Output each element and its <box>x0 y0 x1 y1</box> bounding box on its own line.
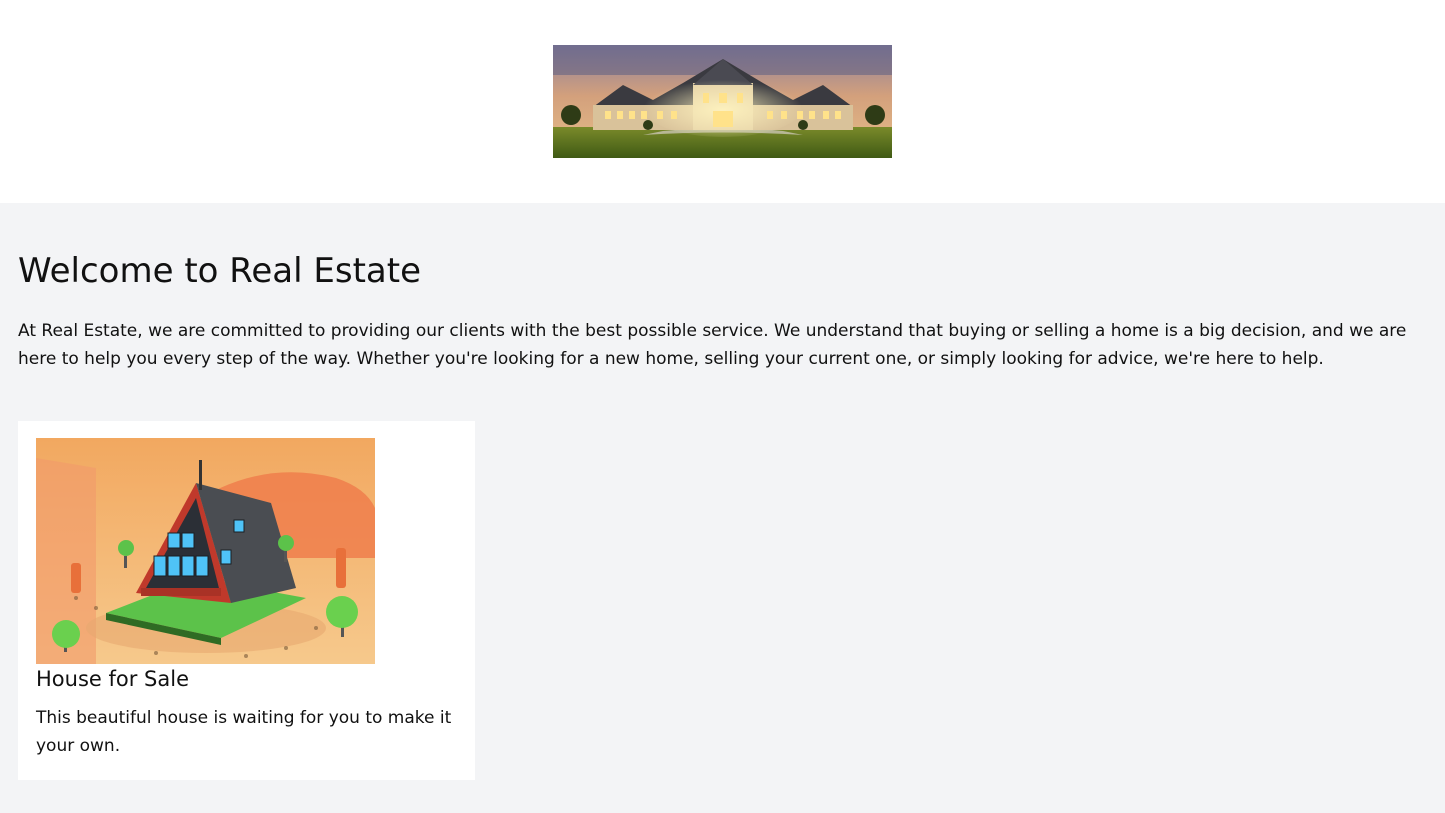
house-illustration-image <box>36 438 375 664</box>
page-title: Welcome to Real Estate <box>18 251 421 291</box>
listings-grid: House for Sale This beautiful house is w… <box>18 421 1427 780</box>
listing-title[interactable]: House for Sale <box>36 664 457 694</box>
site-header <box>0 0 1445 203</box>
hero-mansion-image <box>553 45 892 158</box>
listing-card[interactable]: House for Sale This beautiful house is w… <box>18 421 475 780</box>
intro-paragraph: At Real Estate, we are committed to prov… <box>18 321 1407 369</box>
main-content: Welcome to Real Estate At Real Estate, w… <box>0 203 1445 780</box>
listing-description: This beautiful house is waiting for you … <box>36 708 452 756</box>
